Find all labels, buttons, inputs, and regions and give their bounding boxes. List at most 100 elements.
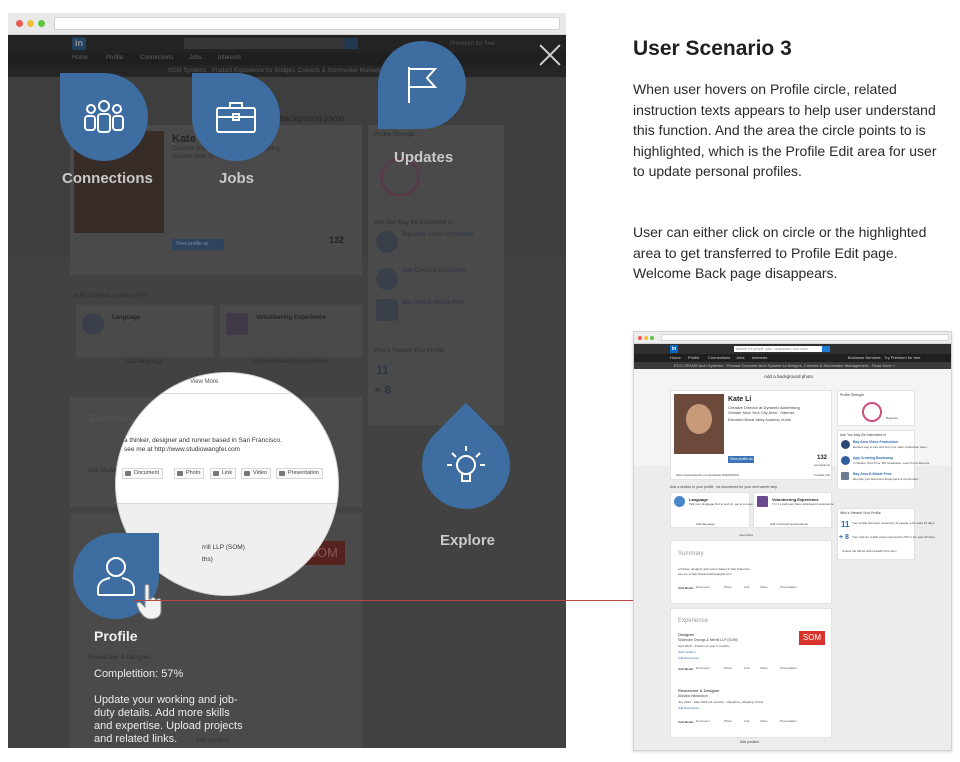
- hand-cursor-icon: [134, 583, 164, 621]
- mini-link-button-2[interactable]: Link: [744, 666, 750, 671]
- mini-volunteering-text: 7 in 1 employers have volunteered experi…: [772, 502, 835, 506]
- mini-ad3-title[interactable]: Bay Area E-Waste Pros: [853, 472, 891, 476]
- mini-summary-line-1: a thinker, designer and runner based in …: [678, 567, 751, 571]
- mini-photo-button-3[interactable]: Photo: [724, 719, 732, 724]
- mini-presentation-button[interactable]: Presentation: [780, 585, 797, 590]
- document-button[interactable]: Document: [122, 468, 164, 479]
- mini-video-button[interactable]: Video: [760, 585, 768, 590]
- mini-search-input[interactable]: Search for people, jobs, companies, and …: [734, 346, 822, 352]
- video-label: Video: [253, 470, 267, 476]
- mini-rank-change[interactable]: + 8: [839, 534, 849, 541]
- mini-job2-title: Researcher & Designer: [678, 688, 720, 693]
- mini-add-media-label-2: Add Media: [678, 667, 694, 671]
- connections-icon: [60, 73, 148, 161]
- mini-ad2-text: In Weeks, Part-Time. 8% Graduates. Learn…: [853, 461, 931, 465]
- view-more-link[interactable]: View More: [190, 379, 218, 385]
- jobs-label[interactable]: Jobs: [219, 170, 254, 187]
- mini-add-language-link[interactable]: Add language: [696, 522, 715, 526]
- mini-add-background-photo[interactable]: Add a background photo: [764, 374, 813, 379]
- mini-nav-connections[interactable]: Connections: [708, 355, 730, 360]
- mini-nav-interests[interactable]: Interests: [752, 355, 767, 360]
- mini-ad-video-icon: [841, 440, 850, 449]
- mini-add-volunteering-link[interactable]: Add volunteering experience: [770, 522, 808, 526]
- mini-presentation-button-2[interactable]: Presentation: [780, 666, 797, 671]
- scenario-title: User Scenario 3: [633, 37, 792, 60]
- photo-button[interactable]: Photo: [174, 468, 205, 479]
- mini-add-description-link[interactable]: Add Description: [678, 656, 699, 660]
- mini-job1-company: Skidmore Owings & Merrill LLP (SOM): [678, 638, 738, 642]
- mini-try-premium[interactable]: Try Premium for free: [884, 355, 921, 360]
- mini-document-button-2[interactable]: Document: [696, 666, 710, 671]
- mini-minimize-dot: [644, 336, 648, 340]
- minimize-window-dot[interactable]: [27, 20, 34, 27]
- mini-summary-heading: Summary: [678, 551, 704, 557]
- mini-viewed-count[interactable]: 11: [841, 520, 849, 529]
- mini-language-text: Talk your language first to and 4x. get …: [689, 502, 759, 506]
- mini-document-button[interactable]: Document: [696, 585, 710, 590]
- mini-view-profile-button[interactable]: View profile as: [728, 456, 754, 463]
- mini-presentation-button-3[interactable]: Presentation: [780, 719, 797, 724]
- scenario-board: in Premium for free Home Profile Connect…: [0, 0, 960, 762]
- mini-photo-button-2[interactable]: Photo: [724, 666, 732, 671]
- close-window-dot[interactable]: [16, 20, 23, 27]
- mini-profile-photo[interactable]: [674, 394, 724, 454]
- mini-contact-info[interactable]: Contact Info: [814, 473, 830, 477]
- mini-video-button-2[interactable]: Video: [760, 666, 768, 671]
- mini-video-button-3[interactable]: Video: [760, 719, 768, 724]
- profile-edit-preview: in Search for people, jobs, companies, a…: [633, 331, 952, 751]
- mini-profile-url[interactable]: https://www.linkedin.com/pub/kate-li/69/…: [676, 473, 739, 477]
- summary-line-2[interactable]: see me at http://www.studiowangfei.com: [124, 446, 240, 453]
- presentation-button[interactable]: Presentation: [276, 468, 323, 479]
- mini-ad-ewaste-icon: [841, 472, 849, 480]
- mini-nav-profile[interactable]: Profile: [688, 355, 699, 360]
- mini-unlock-premium[interactable]: Unlock the full list with LinkedIn Premi…: [842, 549, 897, 553]
- connections-label[interactable]: Connections: [62, 170, 153, 187]
- address-bar[interactable]: [54, 17, 560, 30]
- mini-view-more-link[interactable]: View More: [739, 533, 753, 537]
- mini-nav-home[interactable]: Home: [670, 355, 681, 360]
- updates-label[interactable]: Updates: [394, 149, 453, 166]
- mini-add-location-link[interactable]: Add Location: [678, 650, 696, 654]
- mini-ad-banner-text[interactable]: ECO-SPAN® Arch Systems - Precast Concret…: [674, 363, 895, 368]
- dates-fragment: ths): [202, 556, 213, 563]
- mini-link-button[interactable]: Link: [744, 585, 750, 590]
- scenario-paragraph-2: User can either click on circle or the h…: [633, 224, 927, 281]
- link-label: Link: [222, 470, 233, 476]
- mini-business-services[interactable]: Business Services: [848, 355, 881, 360]
- video-button[interactable]: Video: [241, 468, 271, 479]
- mini-profile-name: Kate Li: [728, 396, 752, 403]
- profile-completion: Completition: 57%: [94, 668, 184, 680]
- connections-circle[interactable]: [60, 73, 148, 161]
- mini-search-button[interactable]: [822, 346, 830, 352]
- browser-toolbar: [8, 13, 566, 35]
- mini-add-description-link-2[interactable]: Add Description: [678, 706, 699, 710]
- mini-add-section-label: Add a section to your profile - be disco…: [670, 485, 778, 489]
- mini-summary-line-2[interactable]: see me at http://www.studiowangfei.com: [678, 572, 732, 576]
- mini-experience-card[interactable]: [670, 608, 832, 738]
- mini-ads-title: Ads You May Be Interested In: [840, 433, 887, 437]
- presentation-label: Presentation: [288, 470, 319, 476]
- close-icon[interactable]: [538, 43, 562, 67]
- profile-description: Update your working and job-duty details…: [94, 694, 243, 745]
- browser-content: in Premium for free Home Profile Connect…: [8, 35, 566, 748]
- profile-label[interactable]: Profile: [94, 628, 138, 644]
- lightbulb-icon: [422, 421, 510, 509]
- link-button[interactable]: Link: [210, 468, 237, 479]
- mini-nav-jobs[interactable]: Jobs: [736, 355, 744, 360]
- jobs-circle[interactable]: [192, 73, 280, 161]
- mini-link-button-3[interactable]: Link: [744, 719, 750, 724]
- briefcase-icon: [192, 73, 280, 161]
- mini-rank-text: Your rank for profile views improved by …: [852, 535, 936, 539]
- explore-label[interactable]: Explore: [440, 532, 495, 549]
- mini-ad2-title[interactable]: App Creating Bootcamp: [853, 456, 893, 460]
- maximize-window-dot[interactable]: [38, 20, 45, 27]
- mini-add-position-link[interactable]: Add position: [740, 740, 759, 744]
- mini-photo-button[interactable]: Photo: [724, 585, 732, 590]
- mini-ad1-text: Excited way to hire and find your video …: [853, 445, 928, 449]
- mini-linkedin-logo[interactable]: in: [670, 345, 678, 353]
- mini-document-button-3[interactable]: Document: [696, 719, 710, 724]
- scenario-paragraph-1: When user hovers on Profile circle, rela…: [633, 81, 937, 179]
- updates-circle[interactable]: [378, 41, 466, 129]
- mini-ad1-title[interactable]: Bay Area Video Production: [853, 440, 898, 444]
- mini-connections-label: connections: [814, 463, 831, 467]
